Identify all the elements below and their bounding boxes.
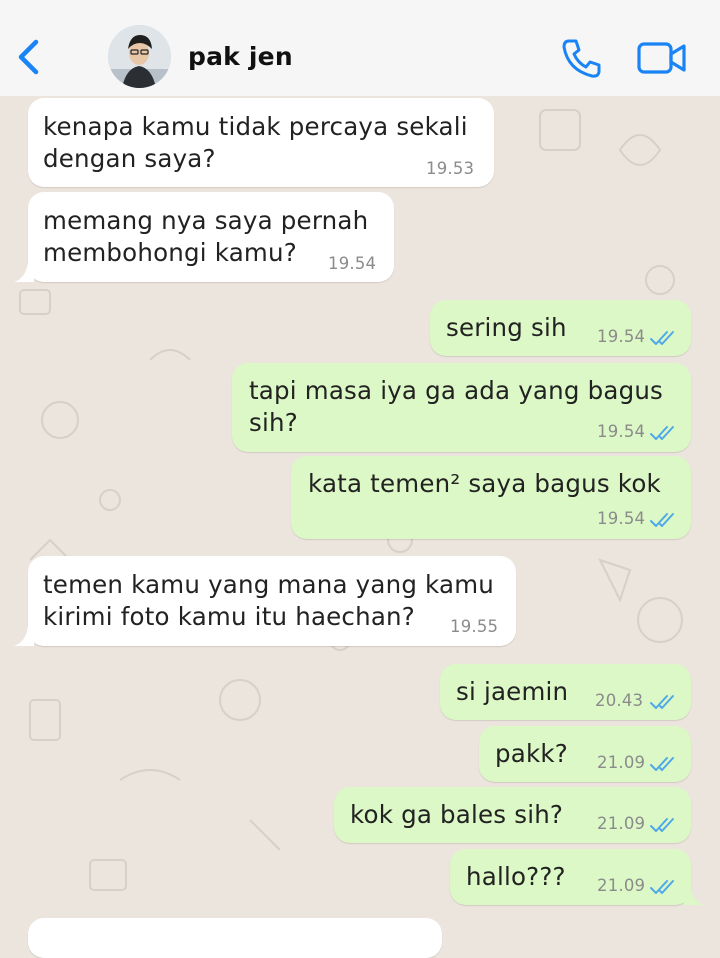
message-text: kenapa kamu tidak percaya sekali xyxy=(43,112,468,141)
message-text: si jaemin xyxy=(456,677,569,706)
message-bubble-outgoing[interactable]: si jaemin 20.43 xyxy=(440,664,691,720)
message-list: kenapa kamu tidak percaya sekali dengan … xyxy=(0,0,720,958)
message-bubble-outgoing[interactable]: kok ga bales sih? 21.09 xyxy=(334,787,691,843)
bubble-tail xyxy=(14,626,34,646)
read-ticks-icon xyxy=(650,818,674,832)
message-text: temen kamu yang mana yang kamu xyxy=(43,570,495,599)
message-time: 19.54 xyxy=(597,327,646,346)
read-ticks-icon xyxy=(650,513,674,527)
read-ticks-icon xyxy=(650,331,674,345)
message-time: 19.54 xyxy=(597,509,646,528)
message-bubble-incoming[interactable] xyxy=(28,918,442,958)
video-icon[interactable] xyxy=(636,40,688,76)
read-ticks-icon xyxy=(650,757,674,771)
message-time: 19.53 xyxy=(426,159,475,178)
message-bubble-outgoing[interactable]: pakk? 21.09 xyxy=(479,726,691,782)
message-bubble-incoming[interactable]: memang nya saya pernah membohongi kamu? … xyxy=(28,192,394,282)
message-bubble-outgoing[interactable]: sering sih 19.54 xyxy=(430,300,691,356)
message-text: kirimi foto kamu itu haechan? xyxy=(43,602,415,631)
message-time: 19.54 xyxy=(597,422,646,441)
message-bubble-incoming[interactable]: temen kamu yang mana yang kamu kirimi fo… xyxy=(28,556,516,646)
message-time: 21.09 xyxy=(597,876,646,895)
message-text: sih? xyxy=(249,408,298,437)
message-bubble-outgoing[interactable]: hallo??? 21.09 xyxy=(450,849,691,905)
back-chevron-icon[interactable] xyxy=(12,38,46,76)
bubble-tail xyxy=(14,262,34,282)
chat-header: pak jen xyxy=(0,0,720,96)
message-text: kata temen² saya bagus kok xyxy=(308,469,661,498)
message-time: 19.55 xyxy=(450,617,499,636)
message-text: hallo??? xyxy=(466,862,566,891)
read-ticks-icon xyxy=(650,880,674,894)
message-text: sering sih xyxy=(446,313,567,342)
message-text: kok ga bales sih? xyxy=(350,800,564,829)
read-ticks-icon xyxy=(650,695,674,709)
message-time: 19.54 xyxy=(328,254,377,273)
message-text: pakk? xyxy=(495,739,568,768)
message-bubble-outgoing[interactable]: tapi masa iya ga ada yang bagus sih? 19.… xyxy=(232,363,691,452)
message-time: 21.09 xyxy=(597,753,646,772)
message-text: dengan saya? xyxy=(43,144,216,173)
message-text: tapi masa iya ga ada yang bagus xyxy=(249,376,664,405)
avatar[interactable] xyxy=(108,25,171,88)
phone-icon[interactable] xyxy=(560,36,604,80)
message-time: 20.43 xyxy=(595,691,644,710)
message-bubble-incoming[interactable]: kenapa kamu tidak percaya sekali dengan … xyxy=(28,98,494,187)
contact-name[interactable]: pak jen xyxy=(188,42,293,71)
bubble-tail xyxy=(684,885,704,905)
read-ticks-icon xyxy=(650,426,674,440)
message-text: membohongi kamu? xyxy=(43,238,297,267)
message-text: memang nya saya pernah xyxy=(43,206,369,235)
message-bubble-outgoing[interactable]: kata temen² saya bagus kok 19.54 xyxy=(291,456,691,539)
message-time: 21.09 xyxy=(597,814,646,833)
